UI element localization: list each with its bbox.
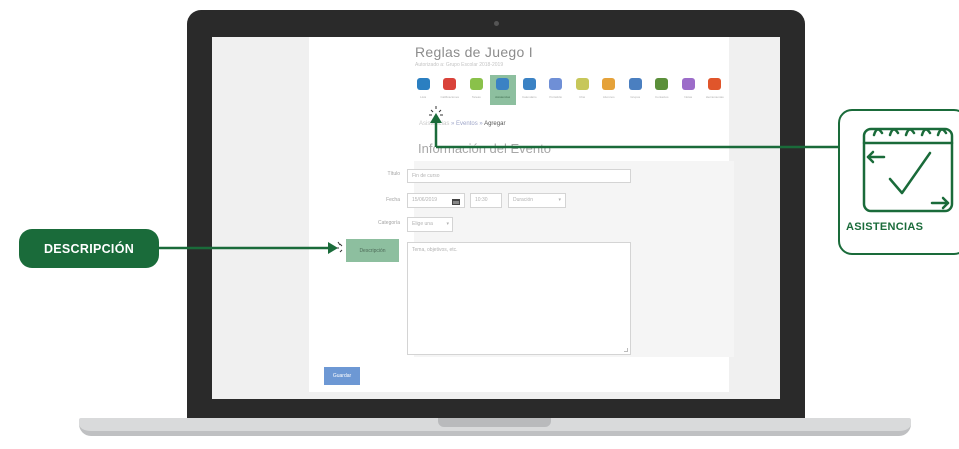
callout-connectors <box>159 106 838 254</box>
click-burst-icon <box>337 241 343 253</box>
description-arrowhead <box>328 242 338 254</box>
illustration-stage: Reglas de Juego I Autorizado a: Grupo Es… <box>0 0 959 449</box>
